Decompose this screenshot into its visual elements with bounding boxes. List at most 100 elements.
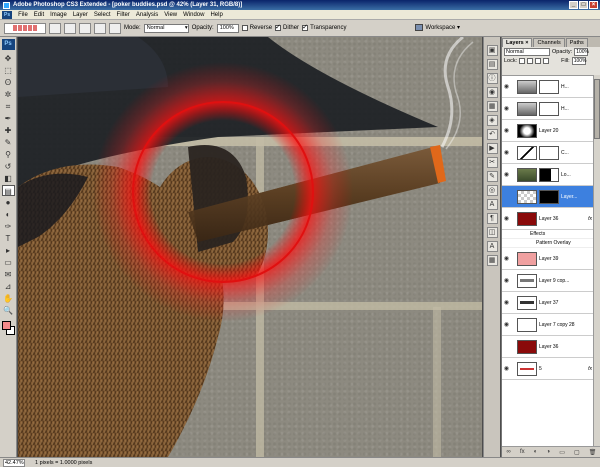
histogram-icon[interactable]: ▤	[486, 59, 498, 70]
navigator-icon[interactable]: ▣	[486, 45, 498, 56]
layer-row[interactable]: ◉ H...	[502, 76, 594, 98]
eye-icon[interactable]: ◉	[502, 83, 511, 90]
lock-position-icon[interactable]	[535, 57, 542, 64]
menu-layer[interactable]: Layer	[70, 12, 91, 18]
scroll-thumb[interactable]	[594, 79, 600, 139]
adjustment-layer-icon[interactable]: ◑	[546, 449, 550, 455]
zoom-icon[interactable]: 🔍	[2, 305, 15, 316]
tools-presets-icon[interactable]: ✂	[486, 157, 498, 168]
layer-row[interactable]: ◉ Layer 7 copy 28	[502, 314, 594, 336]
lock-image-icon[interactable]	[527, 57, 534, 64]
eye-icon[interactable]: ◉	[502, 365, 511, 372]
styles-icon[interactable]: ◈	[486, 115, 498, 126]
crop-icon[interactable]: ⌗	[2, 101, 15, 112]
layer-row[interactable]: ◉ H...	[502, 98, 594, 120]
opacity-input[interactable]: 100%	[216, 23, 239, 33]
notes-icon[interactable]: ✉	[2, 269, 15, 280]
eye-icon[interactable]: ◉	[502, 105, 511, 112]
stamp-icon[interactable]: ⚲	[2, 149, 15, 160]
blur-icon[interactable]: ●	[2, 197, 15, 208]
eye-icon[interactable]: ◉	[502, 127, 511, 134]
animation-icon[interactable]: ▦	[486, 255, 498, 266]
eye-icon[interactable]: ◉	[502, 215, 511, 222]
layer-effects-label[interactable]: Effects	[502, 230, 594, 239]
brushes-icon[interactable]: ✎	[486, 171, 498, 182]
layer-mask-icon[interactable]: ◐	[534, 449, 538, 455]
link-layers-icon[interactable]: ∞	[507, 449, 511, 455]
angle-gradient-button[interactable]	[79, 22, 91, 34]
pen-icon[interactable]: ✑	[2, 221, 15, 232]
dither-checkbox[interactable]: Dither	[275, 23, 299, 31]
path-select-icon[interactable]: ▸	[2, 245, 15, 256]
type-icon[interactable]: T	[2, 233, 15, 244]
menu-edit[interactable]: Edit	[31, 12, 47, 18]
layer-comps-icon[interactable]: ◫	[486, 227, 498, 238]
layer-mask-thumbnail[interactable]	[539, 145, 559, 160]
paragraph-icon[interactable]: ¶	[486, 213, 498, 224]
fx-icon[interactable]: fx	[588, 366, 592, 372]
actions-icon[interactable]: ▶	[486, 143, 498, 154]
layer-style-icon[interactable]: fx	[520, 449, 525, 455]
diamond-gradient-button[interactable]	[109, 22, 121, 34]
brush-icon[interactable]: ✎	[2, 137, 15, 148]
eye-icon[interactable]: ◉	[502, 299, 511, 306]
hand-icon[interactable]: ✋	[2, 293, 15, 304]
mode-select[interactable]: Normal ▾	[143, 23, 189, 33]
marquee-icon[interactable]: ⬚	[2, 65, 15, 76]
layer-row[interactable]: ◉ Lo...	[502, 164, 594, 186]
tab-paths[interactable]: Paths	[565, 38, 588, 47]
maximize-button[interactable]: □	[579, 1, 588, 9]
swatches-icon[interactable]: ▦	[486, 101, 498, 112]
color-icon[interactable]: ◉	[486, 87, 498, 98]
eye-icon[interactable]: ◉	[502, 321, 511, 328]
history-brush-icon[interactable]: ↺	[2, 161, 15, 172]
eye-icon[interactable]: ◉	[502, 277, 511, 284]
layer-row[interactable]: ◉ Layer 36 fx	[502, 208, 594, 230]
eye-icon[interactable]: ◉	[502, 149, 511, 156]
color-swatches[interactable]	[1, 320, 16, 336]
layer-mask-thumbnail[interactable]	[539, 101, 559, 116]
layer-row[interactable]: Layer 36	[502, 336, 594, 358]
layers-scrollbar[interactable]	[593, 75, 600, 446]
menu-view[interactable]: View	[161, 12, 180, 18]
layer-opacity-input[interactable]: 100%	[574, 47, 589, 56]
reverse-checkbox[interactable]: Reverse	[241, 25, 272, 31]
trash-icon[interactable]: 🗑	[589, 449, 597, 456]
layer-mask-thumbnail[interactable]	[539, 79, 559, 94]
eyedropper-icon[interactable]: ✒	[2, 113, 15, 124]
reflected-gradient-button[interactable]	[94, 22, 106, 34]
layer-row[interactable]: ◉ Layer 39	[502, 248, 594, 270]
layer-row[interactable]: ◉ Layer 37	[502, 292, 594, 314]
layer-row[interactable]: Layer...	[502, 186, 594, 208]
menu-help[interactable]: Help	[207, 12, 225, 18]
menu-image[interactable]: Image	[47, 12, 70, 18]
menu-select[interactable]: Select	[91, 12, 114, 18]
magic-wand-icon[interactable]: ✲	[2, 89, 15, 100]
tab-layers[interactable]: Layers ×	[502, 38, 533, 47]
zoom-level-field[interactable]: 42.47%	[3, 458, 25, 467]
eraser-icon[interactable]: ◧	[2, 173, 15, 184]
transparency-checkbox[interactable]: Transparency	[302, 23, 347, 31]
new-layer-icon[interactable]: ▢	[574, 449, 580, 456]
eyedropper2-icon[interactable]: ⊿	[2, 281, 15, 292]
document-canvas[interactable]	[18, 37, 482, 457]
dodge-icon[interactable]: ◐	[2, 209, 15, 220]
fx-icon[interactable]: fx	[588, 216, 592, 222]
blend-mode-select[interactable]: Normal	[504, 47, 550, 56]
menu-file[interactable]: File	[15, 12, 31, 18]
pattern-overlay-effect[interactable]: Pattern Overlay	[502, 239, 594, 248]
layer-mask-thumbnail[interactable]	[539, 189, 559, 204]
clone-source-icon[interactable]: ◎	[486, 185, 498, 196]
workspace-button[interactable]: Workspace ▾	[415, 24, 460, 31]
radial-gradient-button[interactable]	[64, 22, 76, 34]
move-icon[interactable]: ✥	[2, 53, 15, 64]
fill-input[interactable]: 100%	[571, 56, 587, 65]
menu-window[interactable]: Window	[180, 12, 207, 18]
menu-filter[interactable]: Filter	[114, 12, 133, 18]
history-icon[interactable]: ↶	[486, 129, 498, 140]
layer-row[interactable]: ◉ Layer 20	[502, 120, 594, 142]
healing-icon[interactable]: ✚	[2, 125, 15, 136]
minimize-button[interactable]: _	[569, 1, 578, 9]
text-icon[interactable]: A	[486, 241, 498, 252]
new-group-icon[interactable]: ▭	[559, 449, 565, 456]
